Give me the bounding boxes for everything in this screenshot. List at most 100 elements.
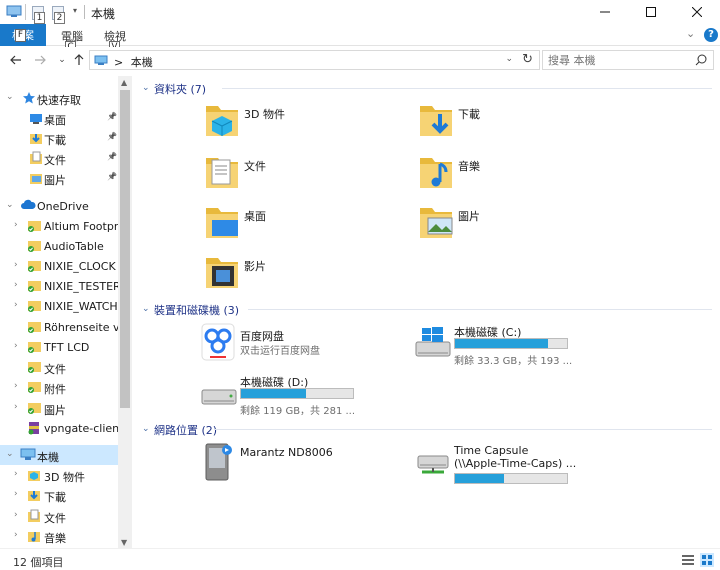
nav-item[interactable]: ⌄ 本機 xyxy=(0,445,118,465)
up-button[interactable] xyxy=(71,51,87,69)
network-drive-icon xyxy=(414,448,452,487)
folder-tile[interactable]: 文件 xyxy=(204,152,404,200)
collapsed-chevron-icon[interactable]: › xyxy=(14,381,24,391)
nav-item[interactable]: › NIXIE_TESTER xyxy=(0,276,118,296)
expanded-chevron-icon[interactable]: ⌄ xyxy=(6,200,16,210)
nav-item[interactable]: 桌面 📌 xyxy=(0,108,118,128)
collapse-chevron-icon[interactable]: ⌄ xyxy=(142,83,150,93)
folder-tile[interactable]: 影片 xyxy=(204,252,404,300)
collapsed-chevron-icon[interactable]: › xyxy=(14,300,24,310)
folder-tile[interactable]: 3D 物件 xyxy=(204,100,404,148)
group-header-network[interactable]: ⌄ 網路位置 (2) xyxy=(142,422,712,438)
device-baidu-netdisk[interactable]: 百度网盘 双击运行百度网盘 xyxy=(200,322,400,370)
expand-ribbon-icon[interactable]: ⌄ xyxy=(686,27,695,40)
nav-item[interactable]: › NIXIE_CLOCK xyxy=(0,256,118,276)
folder-name: 下載 xyxy=(458,108,480,121)
scroll-up-icon[interactable]: ▲ xyxy=(121,78,127,87)
hard-drive-icon xyxy=(200,376,238,415)
nav-item[interactable]: AudioTable xyxy=(0,236,118,256)
refresh-icon[interactable]: ↻ xyxy=(522,52,533,67)
forward-arrow-icon xyxy=(35,55,46,65)
nav-item[interactable]: › NIXIE_WATCH xyxy=(0,296,118,316)
collapsed-chevron-icon[interactable]: › xyxy=(14,341,24,351)
star-icon xyxy=(22,91,36,108)
folder-tile[interactable]: 桌面 xyxy=(204,202,404,250)
close-button[interactable] xyxy=(674,0,720,24)
search-box[interactable] xyxy=(542,50,714,70)
collapsed-chevron-icon[interactable]: › xyxy=(14,469,24,479)
device-drive-d[interactable]: 本機磁碟 (D:) 剩餘 119 GB，共 281 ... xyxy=(200,372,400,420)
collapsed-chevron-icon[interactable]: › xyxy=(14,510,24,520)
navigation-scrollbar[interactable]: ▲ ▼ xyxy=(118,76,132,548)
nav-item[interactable]: 下載 📌 xyxy=(0,128,118,148)
expanded-chevron-icon[interactable]: ⌄ xyxy=(6,449,16,459)
collapsed-chevron-icon[interactable]: › xyxy=(14,530,24,540)
sync-folder-icon xyxy=(27,340,43,357)
nav-item[interactable]: ⌄ OneDrive xyxy=(0,196,118,216)
back-button[interactable] xyxy=(8,51,24,69)
documents-folder-icon xyxy=(27,509,41,526)
expanded-chevron-icon[interactable]: ⌄ xyxy=(6,92,16,102)
tiles-view-button[interactable] xyxy=(700,553,714,567)
network-marantz[interactable]: Marantz ND8006 xyxy=(200,442,400,490)
nav-item[interactable]: › Altium Footprin xyxy=(0,216,118,236)
group-count: (2) xyxy=(201,424,218,437)
scroll-down-icon[interactable]: ▼ xyxy=(121,538,127,547)
nav-item[interactable]: 圖片 📌 xyxy=(0,168,118,188)
details-view-button[interactable] xyxy=(681,553,695,567)
help-icon[interactable]: ? xyxy=(704,28,718,42)
title-divider xyxy=(84,5,85,19)
windows-drive-icon xyxy=(414,326,452,365)
file-explorer-app-icon[interactable] xyxy=(6,5,22,18)
collapsed-chevron-icon[interactable]: › xyxy=(14,220,24,230)
group-divider xyxy=(248,309,712,310)
folder-tile[interactable]: 圖片 xyxy=(418,202,618,250)
nav-item-label: 音樂 xyxy=(44,532,66,545)
nav-item[interactable]: ⌄ 快速存取 xyxy=(0,88,118,108)
nav-item[interactable]: › 圖片 xyxy=(0,398,118,418)
address-bar[interactable]: > 本機 ⌄ ↻ xyxy=(89,50,540,70)
device-subtitle: 双击运行百度网盘 xyxy=(240,346,320,357)
nav-item[interactable]: 文件 📌 xyxy=(0,148,118,168)
nav-item[interactable]: › 3D 物件 xyxy=(0,465,118,485)
qat-dropdown-icon[interactable]: ▾ xyxy=(73,6,82,18)
collapsed-chevron-icon[interactable]: › xyxy=(14,489,24,499)
navigation-pane[interactable]: ⌄ 快速存取 桌面 📌 下載 📌 文件 📌 圖片 📌 ⌄ OneDrive › Altium Footpr… xyxy=(0,76,132,548)
nav-item[interactable]: vpngate-client- xyxy=(0,418,118,438)
minimize-button[interactable] xyxy=(582,0,628,24)
network-time-capsule[interactable]: Time Capsule (\\Apple-Time-Caps) ... xyxy=(414,442,614,490)
this-pc-icon xyxy=(94,55,108,69)
collapse-chevron-icon[interactable]: ⌄ xyxy=(142,304,150,314)
collapsed-chevron-icon[interactable]: › xyxy=(14,402,24,412)
nav-item[interactable]: › 音樂 xyxy=(0,526,118,546)
address-dropdown-icon[interactable]: ⌄ xyxy=(505,54,513,64)
nav-item[interactable]: Röhrenseite vor xyxy=(0,317,118,337)
collapsed-chevron-icon[interactable]: › xyxy=(14,280,24,290)
nav-item[interactable]: › 下載 xyxy=(0,485,118,505)
maximize-button[interactable] xyxy=(628,0,674,24)
up-arrow-icon xyxy=(74,54,84,65)
search-icon[interactable] xyxy=(695,54,707,69)
nav-item[interactable]: › 附件 xyxy=(0,377,118,397)
forward-button[interactable] xyxy=(32,51,48,69)
recent-locations-icon[interactable]: ⌄ xyxy=(54,51,70,69)
collapsed-chevron-icon[interactable]: › xyxy=(14,260,24,270)
breadcrumb-this-pc[interactable]: 本機 xyxy=(131,56,153,69)
nav-item[interactable]: › TFT LCD xyxy=(0,337,118,357)
nav-item-label: 圖片 xyxy=(44,404,66,417)
group-title-text: 資料夾 xyxy=(154,83,187,96)
folder-tile[interactable]: 音樂 xyxy=(418,152,618,200)
collapse-chevron-icon[interactable]: ⌄ xyxy=(142,424,150,434)
close-icon xyxy=(692,7,702,17)
breadcrumb[interactable]: > 本機 xyxy=(114,54,153,70)
group-count: (7) xyxy=(190,83,207,96)
drive-usage-fill xyxy=(241,389,306,398)
scrollbar-thumb[interactable] xyxy=(120,90,130,408)
search-input[interactable] xyxy=(543,51,693,69)
group-header-devices[interactable]: ⌄ 裝置和磁碟機 (3) xyxy=(142,302,712,318)
group-header-folders[interactable]: ⌄ 資料夾 (7) xyxy=(142,81,712,97)
folder-tile[interactable]: 下載 xyxy=(418,100,618,148)
nav-item[interactable]: 文件 xyxy=(0,357,118,377)
device-drive-c[interactable]: 本機磁碟 (C:) 剩餘 33.3 GB，共 193 ... xyxy=(414,322,614,370)
nav-item[interactable]: › 文件 xyxy=(0,506,118,526)
